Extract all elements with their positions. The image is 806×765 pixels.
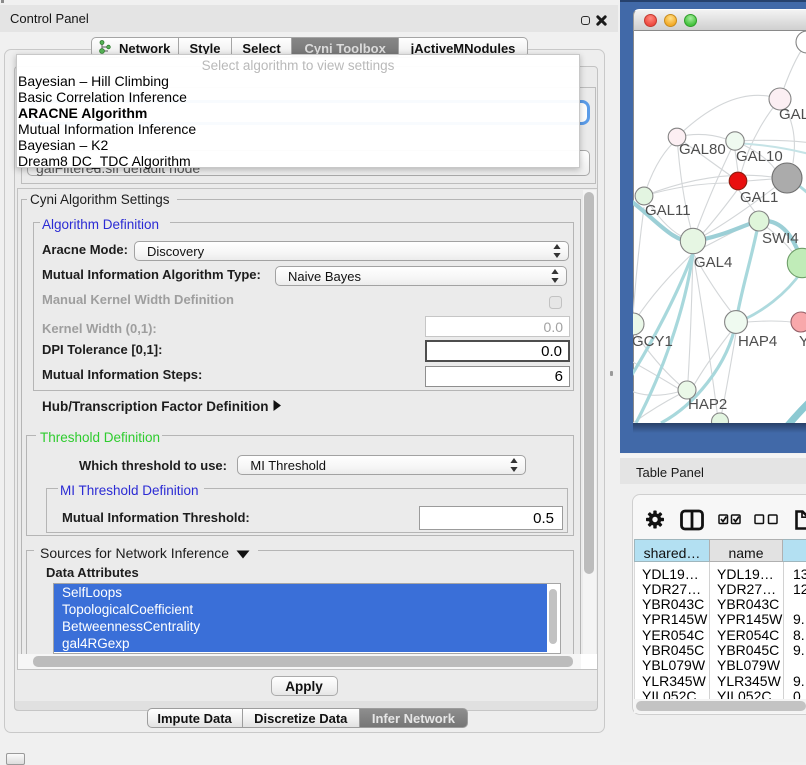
svg-text:GAL11: GAL11 bbox=[645, 202, 691, 219]
svg-text:GAL1: GAL1 bbox=[740, 189, 778, 206]
svg-text:GCY1: GCY1 bbox=[633, 333, 673, 350]
svg-text:HAP2: HAP2 bbox=[688, 396, 727, 413]
svg-text:GAL2: GAL2 bbox=[779, 106, 806, 123]
svg-text:GAL10: GAL10 bbox=[736, 148, 783, 165]
svg-text:GAL4: GAL4 bbox=[694, 254, 732, 271]
svg-text:GAL80: GAL80 bbox=[679, 141, 726, 158]
svg-text:YM: YM bbox=[799, 333, 806, 350]
svg-text:HAP4: HAP4 bbox=[738, 333, 777, 350]
svg-text:SWI4: SWI4 bbox=[762, 230, 799, 247]
